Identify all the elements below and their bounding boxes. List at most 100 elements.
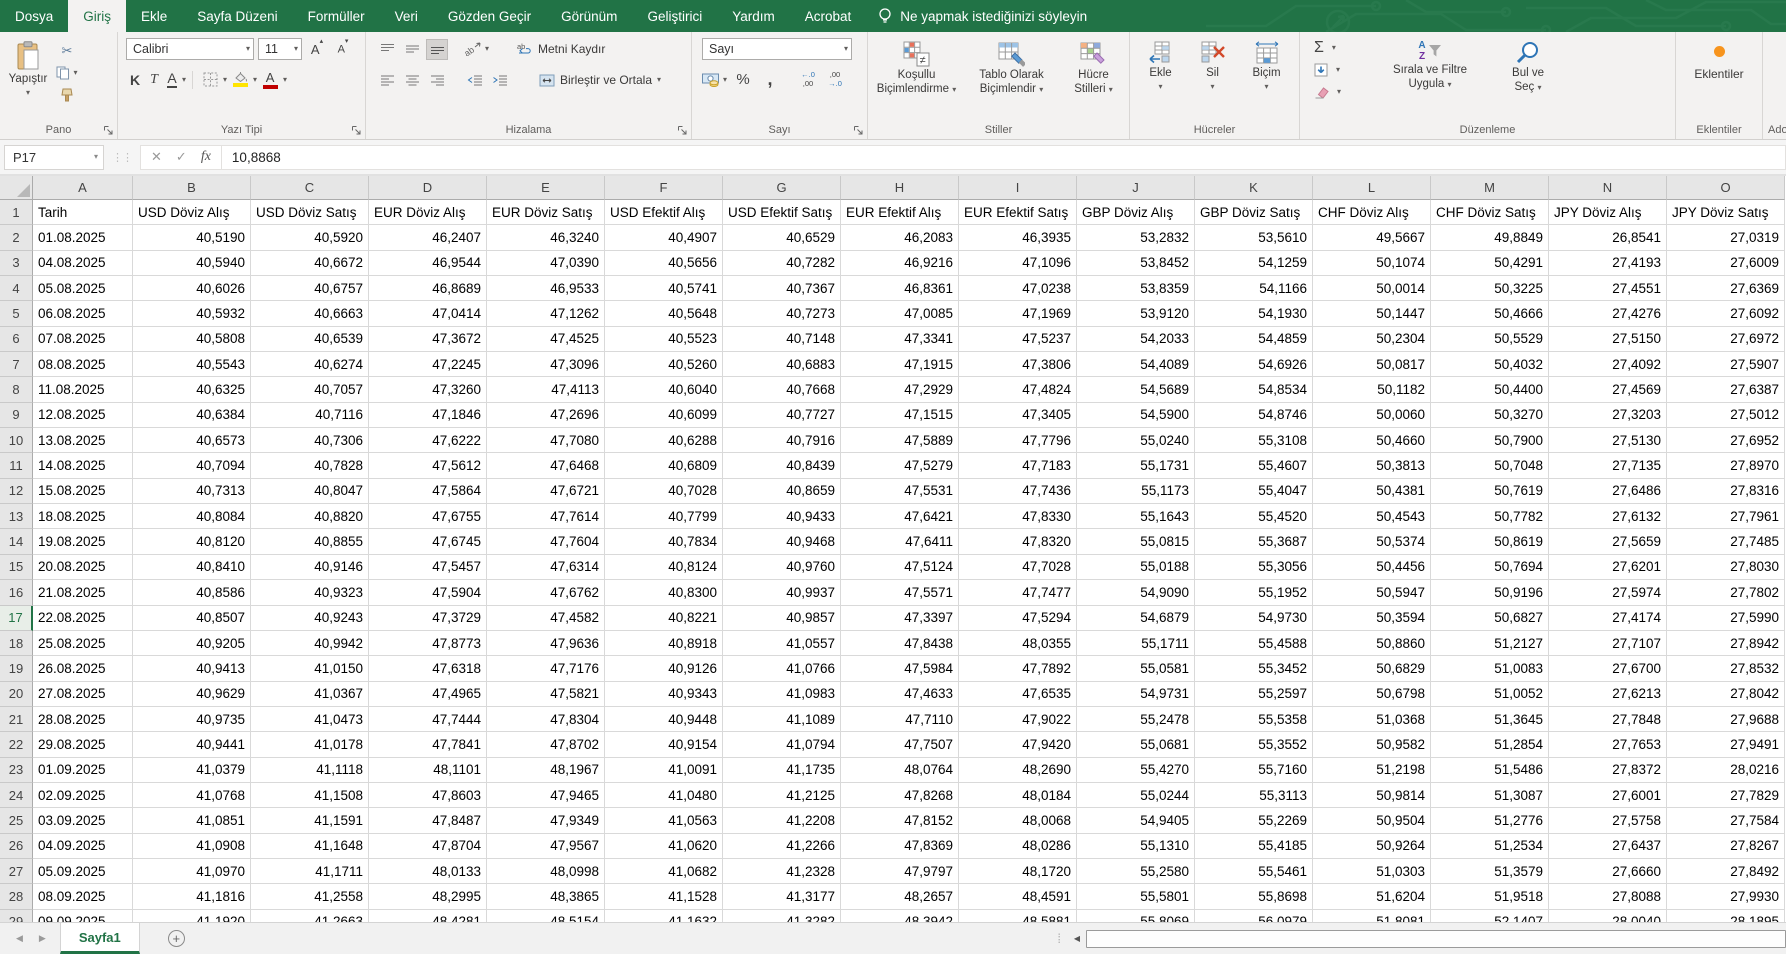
cell-G13[interactable]: 40,9433 [723,504,841,529]
addins-button[interactable]: Eklentiler [1679,38,1759,119]
cell-O27[interactable]: 27,8492 [1667,859,1785,884]
cell-G5[interactable]: 40,7273 [723,301,841,326]
cell-J28[interactable]: 55,5801 [1077,884,1195,909]
cell-L9[interactable]: 50,0060 [1313,403,1431,428]
cell-E20[interactable]: 47,5821 [487,682,605,707]
cell-K25[interactable]: 55,2269 [1195,808,1313,833]
cell-I6[interactable]: 47,5237 [959,327,1077,352]
cell-K11[interactable]: 55,4607 [1195,453,1313,478]
cell-L18[interactable]: 50,8860 [1313,631,1431,656]
cell-N18[interactable]: 27,7107 [1549,631,1667,656]
column-header-I[interactable]: I [959,176,1077,200]
cell-J26[interactable]: 55,1310 [1077,834,1195,859]
cell-E18[interactable]: 47,9636 [487,631,605,656]
cell-C26[interactable]: 41,1648 [251,834,369,859]
cell-E28[interactable]: 48,3865 [487,884,605,909]
wrap-text-button[interactable]: ab Metni Kaydır [517,38,605,60]
row-header-11[interactable]: 11 [0,453,33,478]
menu-item-sayfa-duzeni[interactable]: Sayfa Düzeni [182,0,292,32]
column-header-F[interactable]: F [605,176,723,200]
cell-H18[interactable]: 47,8438 [841,631,959,656]
cell-B5[interactable]: 40,5932 [133,301,251,326]
cell-O29[interactable]: 28,1895 [1667,910,1785,922]
cell-O17[interactable]: 27,5990 [1667,606,1785,631]
cell-A16[interactable]: 21.08.2025 [33,580,133,605]
cell-E5[interactable]: 47,1262 [487,301,605,326]
increase-indent-button[interactable] [489,70,511,91]
cell-I16[interactable]: 47,7477 [959,580,1077,605]
cell-L12[interactable]: 50,4381 [1313,479,1431,504]
cell-A20[interactable]: 27.08.2025 [33,682,133,707]
cell-styles-button[interactable]: HücreStilleri ▾ [1061,38,1127,119]
cell-M19[interactable]: 51,0083 [1431,656,1549,681]
cell-F1[interactable]: USD Efektif Alış [605,200,723,225]
cell-G12[interactable]: 40,8659 [723,479,841,504]
cell-G24[interactable]: 41,2125 [723,783,841,808]
cell-E24[interactable]: 47,9465 [487,783,605,808]
cell-I29[interactable]: 48,5881 [959,910,1077,922]
cell-L16[interactable]: 50,5947 [1313,580,1431,605]
cell-M5[interactable]: 50,4666 [1431,301,1549,326]
decrease-indent-button[interactable] [464,70,486,91]
increase-decimal-button[interactable]: ←.0,00 [797,69,819,90]
column-header-C[interactable]: C [251,176,369,200]
cell-M22[interactable]: 51,2854 [1431,732,1549,757]
cell-E22[interactable]: 47,8702 [487,732,605,757]
cell-L26[interactable]: 50,9264 [1313,834,1431,859]
cell-O3[interactable]: 27,6009 [1667,251,1785,276]
find-select-button[interactable]: Bul veSeç ▾ [1495,38,1561,119]
cell-L8[interactable]: 50,1182 [1313,377,1431,402]
cell-F13[interactable]: 40,7799 [605,504,723,529]
italic-button[interactable]: T [146,69,162,90]
cell-O5[interactable]: 27,6092 [1667,301,1785,326]
cell-G15[interactable]: 40,9760 [723,555,841,580]
cell-J6[interactable]: 54,2033 [1077,327,1195,352]
row-header-29[interactable]: 29 [0,910,33,922]
cell-F22[interactable]: 40,9154 [605,732,723,757]
cell-L11[interactable]: 50,3813 [1313,453,1431,478]
cell-J20[interactable]: 54,9731 [1077,682,1195,707]
align-right-button[interactable] [426,70,448,91]
cell-H3[interactable]: 46,9216 [841,251,959,276]
name-box-caret-icon[interactable]: ▾ [94,153,98,161]
cell-K22[interactable]: 55,3552 [1195,732,1313,757]
cell-C17[interactable]: 40,9243 [251,606,369,631]
row-header-22[interactable]: 22 [0,732,33,757]
cell-F14[interactable]: 40,7834 [605,529,723,554]
row-header-27[interactable]: 27 [0,859,33,884]
clear-button[interactable]: ▾ [1314,82,1341,102]
cell-G22[interactable]: 41,0794 [723,732,841,757]
fill-button[interactable]: ▾ [1314,60,1341,80]
cell-G8[interactable]: 40,7668 [723,377,841,402]
cell-G20[interactable]: 41,0983 [723,682,841,707]
cell-J8[interactable]: 54,5689 [1077,377,1195,402]
cell-M27[interactable]: 51,3579 [1431,859,1549,884]
cell-J25[interactable]: 54,9405 [1077,808,1195,833]
cell-B15[interactable]: 40,8410 [133,555,251,580]
cell-D22[interactable]: 47,7841 [369,732,487,757]
cell-J21[interactable]: 55,2478 [1077,707,1195,732]
cell-C2[interactable]: 40,5920 [251,225,369,250]
cell-O15[interactable]: 27,8030 [1667,555,1785,580]
cell-D7[interactable]: 47,2245 [369,352,487,377]
format-cells-button[interactable]: Biçim ▾ [1243,38,1291,119]
cell-O1[interactable]: JPY Döviz Satış [1667,200,1785,225]
cell-M1[interactable]: CHF Döviz Satış [1431,200,1549,225]
cell-G18[interactable]: 41,0557 [723,631,841,656]
row-header-6[interactable]: 6 [0,327,33,352]
borders-caret-icon[interactable]: ▾ [223,76,227,84]
cell-A1[interactable]: Tarih [33,200,133,225]
cell-H19[interactable]: 47,5984 [841,656,959,681]
cell-M29[interactable]: 52,1407 [1431,910,1549,922]
row-header-20[interactable]: 20 [0,682,33,707]
cell-G21[interactable]: 41,1089 [723,707,841,732]
cell-D1[interactable]: EUR Döviz Alış [369,200,487,225]
cell-O20[interactable]: 27,8042 [1667,682,1785,707]
cell-G29[interactable]: 41,3282 [723,910,841,922]
cell-C5[interactable]: 40,6663 [251,301,369,326]
horizontal-scrollbar[interactable]: ◀ [1068,929,1786,949]
row-header-1[interactable]: 1 [0,200,33,225]
tell-me-box[interactable]: Ne yapmak istediğinizi söyleyin [866,0,1099,32]
cell-E10[interactable]: 47,7080 [487,428,605,453]
cell-L25[interactable]: 50,9504 [1313,808,1431,833]
